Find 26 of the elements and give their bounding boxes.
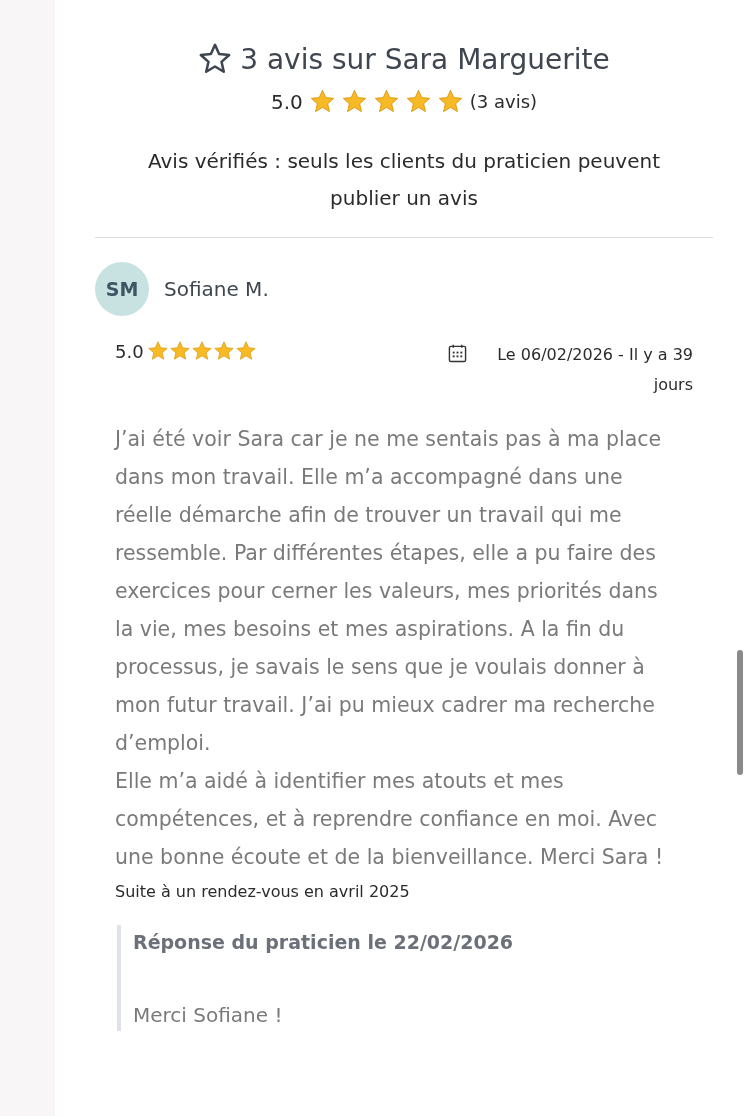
reply-heading: Réponse du praticien le 22/02/2026 [133, 931, 515, 953]
calendar-icon [448, 344, 467, 363]
star-icon [372, 88, 400, 115]
rating-score: 5.0 [270, 89, 303, 114]
review-date: Le 06/02/2026 - Il y a 39 jours [496, 344, 693, 396]
review-text: Elle m’a aidé à identifier mes atouts et mes compétences, et à reprendre confiance en moi. Avec une bonne écoute et de la bienveillance. Merci Sara ! [115, 768, 665, 871]
avatar: SM [95, 262, 149, 316]
rating-score: 5.0 [115, 340, 144, 362]
star-icon [190, 340, 213, 362]
review-text: J’ai été voir Sara car je ne me sentais pas à ma place dans mon travail. Elle m’a accompagné dans une réelle démarche afin de trouver un travail qui me ressemble. Par différentes étapes, elle a pu faire des exercices pour cerner les valeurs, mes priorités dans la vie, mes besoins et mes aspirations. A la fin du processus, je savais le sens que je voulais donner à mon futur travail. J’ai pu mieux cadrer ma recherche d’emploi. [115, 426, 663, 757]
appointment-note: Suite à un rendez-vous en avril 2025 [115, 882, 411, 901]
star-icon [404, 88, 432, 115]
star-icon [234, 340, 257, 362]
verified-notice: Avis vérifiés : seuls les clients du praticien peuvent publier un avis [147, 148, 661, 212]
review-count: (3 avis) [469, 91, 538, 112]
star-icon [436, 88, 464, 115]
star-icon [168, 340, 191, 362]
scrollbar[interactable] [737, 650, 743, 775]
star-icon [146, 340, 169, 362]
page-title: 3 avis sur Sara Marguerite [240, 42, 610, 76]
star-icon [340, 88, 368, 115]
star-icon [308, 88, 336, 115]
author-name: Sofiane M. [164, 277, 269, 301]
star-icon [212, 340, 235, 362]
star-outline-icon [198, 42, 233, 76]
reply-text: Merci Sofiane ! [133, 1003, 284, 1029]
